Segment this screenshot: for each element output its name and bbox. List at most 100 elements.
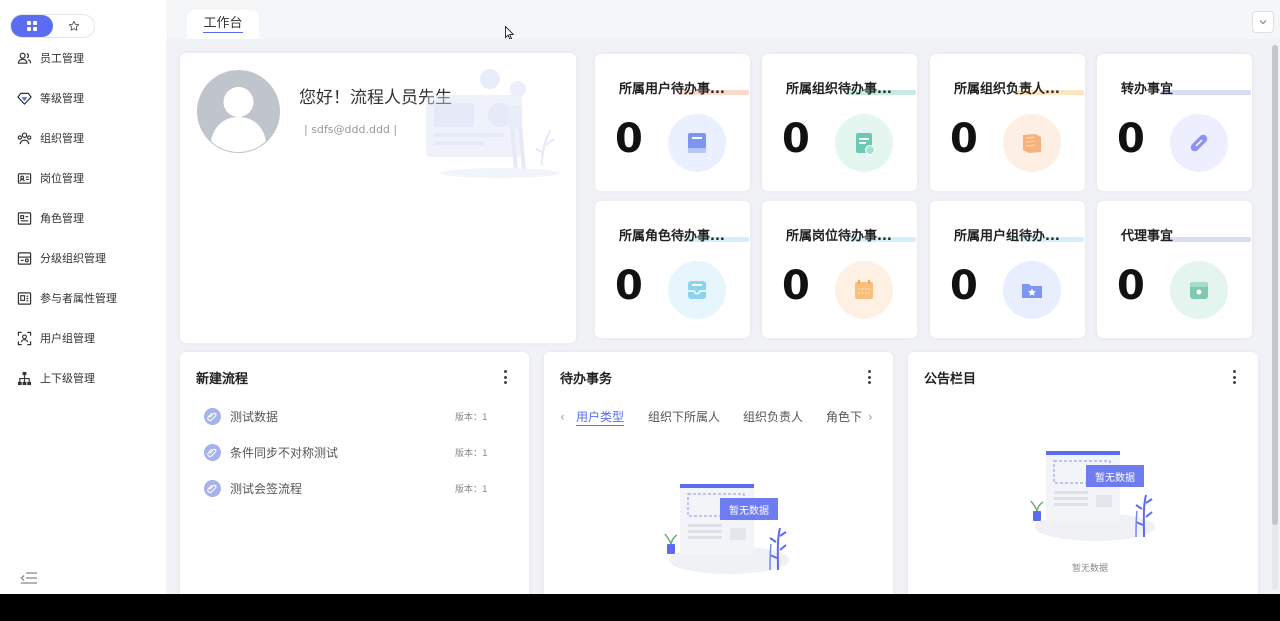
- stat-title: 所属用户待办事...: [619, 82, 725, 97]
- stat-card-user-todo[interactable]: 所属用户待办事... 0: [595, 54, 750, 191]
- stat-card-transfer[interactable]: 转办事宜 0: [1097, 54, 1252, 191]
- stat-card-post-todo[interactable]: 所属岗位待办事... 0: [762, 201, 917, 338]
- stat-card-agent[interactable]: 代理事宜 0: [1097, 201, 1252, 338]
- collapse-menu-icon: [20, 572, 37, 584]
- role-card-icon: [17, 211, 32, 226]
- flow-version: 版本：1: [455, 448, 488, 459]
- stat-icon-bg: [835, 261, 893, 319]
- sidebar-collapse-button[interactable]: [20, 570, 38, 584]
- sidebar-item-role[interactable]: 角色管理: [0, 198, 166, 238]
- user-email: | sdfs@ddd.ddd |: [304, 123, 398, 136]
- tab-org-members[interactable]: 组织下所属人: [648, 408, 720, 425]
- stat-icon-bg: [1003, 114, 1061, 172]
- paperclip-icon: [204, 443, 221, 461]
- sidebar-item-position[interactable]: 岗位管理: [0, 158, 166, 198]
- view-switch: [10, 14, 95, 38]
- title-underline: [1161, 90, 1251, 95]
- stat-icon-bg: [1003, 261, 1061, 319]
- notice-panel: 公告栏目 暂无数据 暂无数据: [908, 352, 1258, 594]
- chevron-down-icon: [1259, 20, 1267, 25]
- sidebar-item-usergroup[interactable]: 用户组管理: [0, 318, 166, 358]
- tab-workbench[interactable]: 工作台: [187, 10, 259, 39]
- avatar[interactable]: [197, 70, 280, 153]
- stat-count: 0: [782, 116, 810, 162]
- stat-card-org-todo[interactable]: 所属组织待办事... 0: [762, 54, 917, 191]
- sidebar-item-label: 参与者属性管理: [40, 292, 117, 305]
- sidebar-item-label: 角色管理: [40, 212, 84, 225]
- sidebar-item-employee[interactable]: 员工管理: [0, 38, 166, 78]
- calendar-icon: [855, 280, 873, 299]
- stat-icon-bg: [1170, 261, 1228, 319]
- page-scrollbar[interactable]: [1272, 45, 1278, 590]
- sidebar-item-org[interactable]: 组织管理: [0, 118, 166, 158]
- stat-title: 所属组织待办事...: [786, 82, 892, 97]
- todo-tab-bar: ‹ 用户类型 组织下所属人 组织负责人 角色下 ›: [560, 408, 880, 428]
- sidebar-menu: 员工管理 等级管理 组织管理 岗位管理 角色管理 分级组织管理 参与者属性管理 …: [0, 38, 166, 398]
- dashboard-illustration-icon: [426, 69, 560, 178]
- sidebar-item-hierarchy-org[interactable]: 分级组织管理: [0, 238, 166, 278]
- empty-badge-text: 暂无数据: [729, 505, 769, 517]
- scrollbar-thumb[interactable]: [1272, 45, 1278, 525]
- flow-item[interactable]: 条件同步不对称测试 版本：1: [204, 442, 494, 462]
- more-menu-button[interactable]: [1229, 370, 1239, 384]
- panel-title: 待办事务: [560, 372, 613, 387]
- org-tree-icon: [17, 371, 32, 386]
- form-icon: [17, 291, 32, 306]
- tab-org-leader[interactable]: 组织负责人: [743, 408, 803, 425]
- star-icon: [68, 20, 80, 31]
- stat-card-usergroup-todo[interactable]: 所属用户组待办... 0: [930, 201, 1085, 338]
- title-underline: [1161, 237, 1251, 242]
- flow-item[interactable]: 测试数据 版本：1: [204, 406, 494, 426]
- user-scan-icon: [17, 331, 32, 346]
- sidebar-item-superior[interactable]: 上下级管理: [0, 358, 166, 398]
- stat-card-role-todo[interactable]: 所属角色待办事... 0: [595, 201, 750, 338]
- stat-icon-bg: [1170, 114, 1228, 172]
- stat-title: 转办事宜: [1121, 82, 1174, 97]
- paperclip-icon: [204, 479, 221, 497]
- grid-icon: [27, 21, 37, 31]
- sidebar-item-label: 岗位管理: [40, 172, 84, 185]
- todo-panel: 待办事务 ‹ 用户类型 组织下所属人 组织负责人 角色下 › 暂无数据: [544, 352, 893, 594]
- tab-label: 工作台: [203, 16, 243, 33]
- mouse-cursor-icon: [505, 26, 514, 40]
- more-menu-button[interactable]: [500, 370, 510, 384]
- flow-version: 版本：1: [455, 412, 488, 423]
- flow-version: 版本：1: [455, 484, 488, 495]
- diamond-icon: [17, 91, 32, 106]
- empty-state-text: 暂无数据: [1072, 564, 1109, 574]
- stat-count: 0: [950, 116, 978, 162]
- document-clock-icon: [856, 133, 875, 155]
- flow-item[interactable]: 测试会签流程 版本：1: [204, 478, 494, 498]
- tab-role[interactable]: 角色下: [826, 408, 862, 425]
- tab-user-type[interactable]: 用户类型: [576, 408, 625, 426]
- app-window: 员工管理 等级管理 组织管理 岗位管理 角色管理 分级组织管理 参与者属性管理 …: [0, 0, 1280, 594]
- panel-title: 新建流程: [196, 372, 249, 387]
- tab-scroll-right-button[interactable]: ›: [868, 410, 873, 424]
- grid-view-toggle[interactable]: [11, 15, 53, 37]
- stat-count: 0: [1117, 116, 1145, 162]
- stat-title: 所属角色待办事...: [619, 229, 725, 244]
- inbox-icon: [688, 281, 706, 299]
- tab-scroll-left-button[interactable]: ‹: [560, 410, 565, 424]
- sidebar-item-level[interactable]: 等级管理: [0, 78, 166, 118]
- sidebar-item-participant-attr[interactable]: 参与者属性管理: [0, 278, 166, 318]
- sidebar-item-label: 上下级管理: [40, 372, 95, 385]
- panel-title: 公告栏目: [924, 372, 977, 387]
- stat-count: 0: [615, 116, 643, 162]
- sidebar-item-label: 组织管理: [40, 132, 84, 145]
- flow-name: 测试数据: [230, 409, 279, 424]
- star-folder-icon: [1022, 284, 1042, 298]
- more-menu-button[interactable]: [864, 370, 874, 384]
- group-icon: [17, 131, 32, 146]
- tab-dropdown-button[interactable]: [1252, 11, 1274, 33]
- stat-title: 所属组织负责人...: [954, 82, 1060, 97]
- favorites-toggle[interactable]: [53, 15, 95, 37]
- stat-icon-bg: [835, 114, 893, 172]
- stat-card-org-leader[interactable]: 所属组织负责人... 0: [930, 54, 1085, 191]
- stat-icon-bg: [668, 114, 726, 172]
- stat-count: 0: [950, 263, 978, 309]
- stat-title: 所属用户组待办...: [954, 229, 1060, 244]
- stat-count: 0: [782, 263, 810, 309]
- flow-name: 测试会签流程: [230, 481, 303, 496]
- new-flow-panel: 新建流程 测试数据 版本：1 条件同步不对称测试 版本：1 测试会签流程 版本：…: [180, 352, 529, 594]
